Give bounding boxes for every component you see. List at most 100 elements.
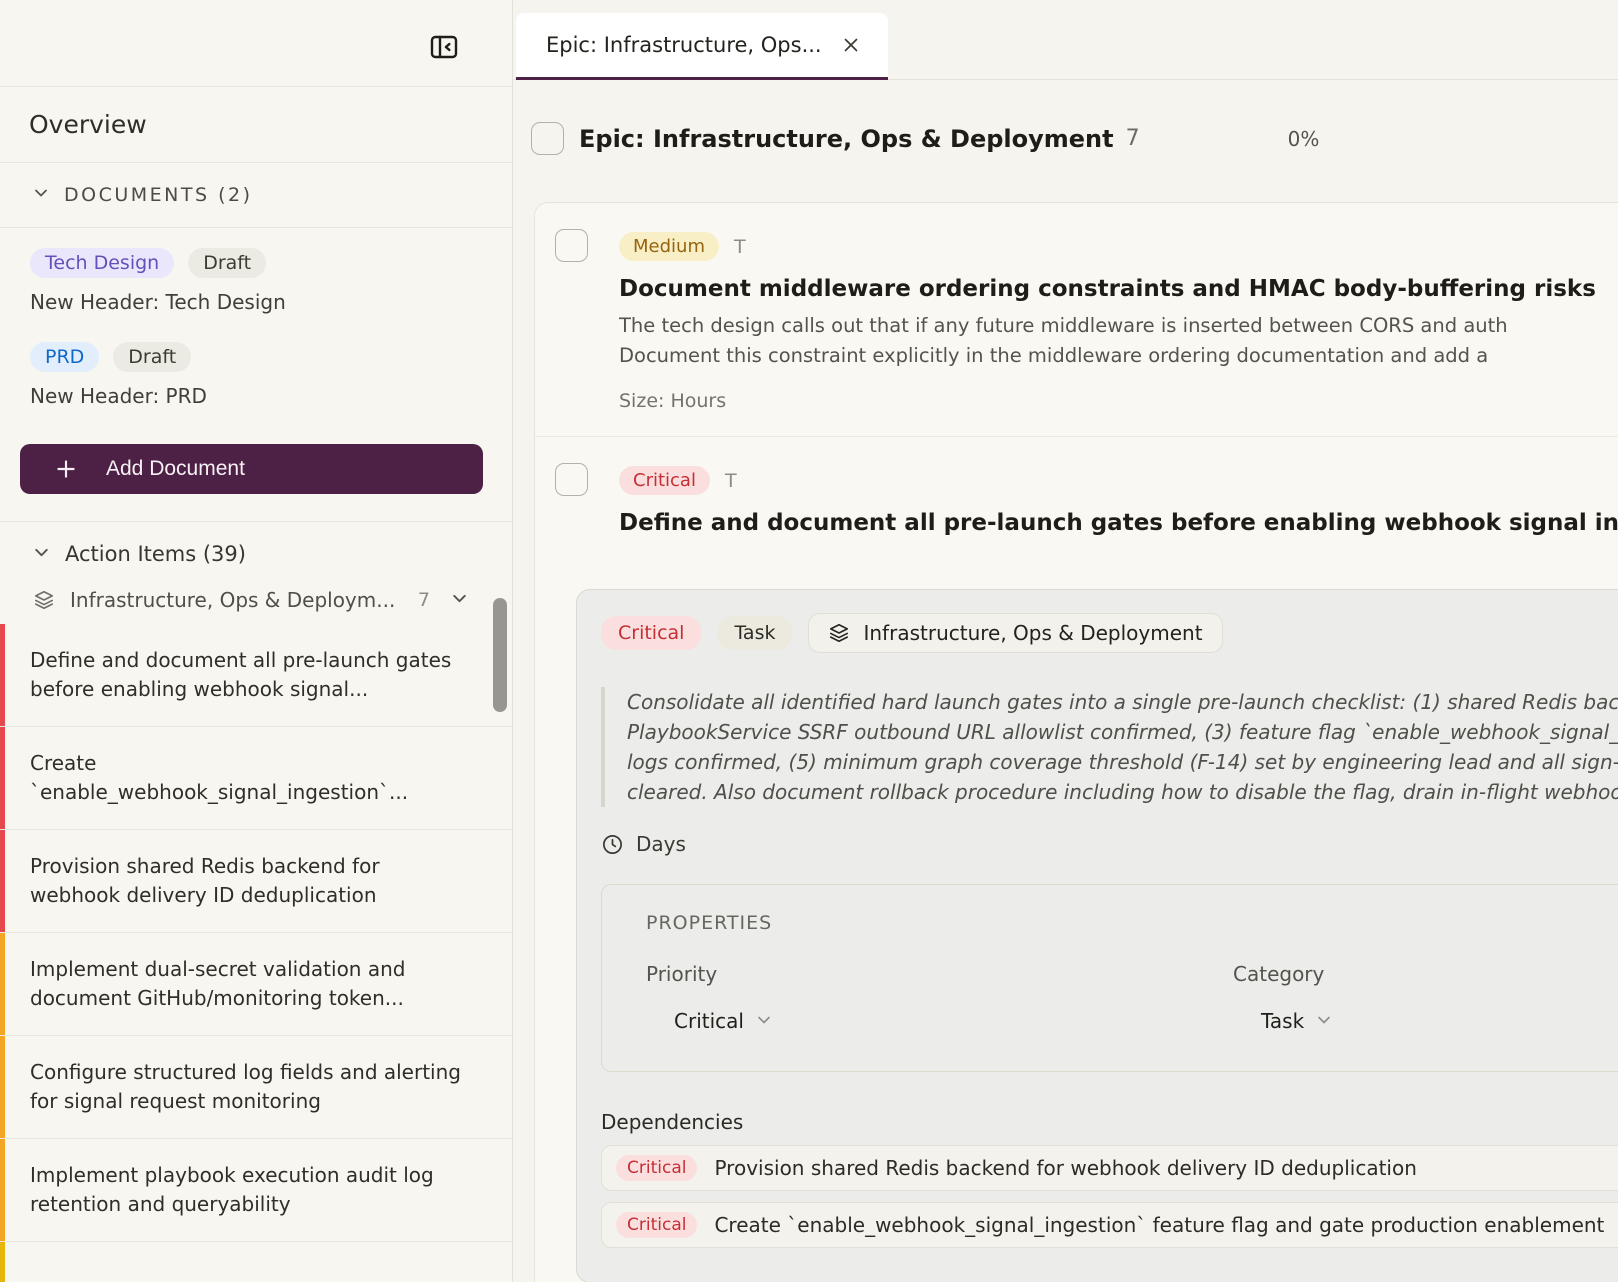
- chevron-down-icon: [1316, 1009, 1332, 1033]
- chevron-down-icon: [33, 544, 50, 565]
- task-row: Medium T Document middleware ordering co…: [535, 203, 1618, 436]
- task-size: Size: Hours: [619, 390, 1618, 412]
- documents-header-label: DOCUMENTS (2): [64, 184, 253, 206]
- action-items-section-header[interactable]: Action Items (39): [0, 522, 512, 580]
- document-title: New Header: Tech Design: [30, 290, 482, 314]
- sidebar-header: [0, 0, 512, 87]
- document-title: New Header: PRD: [30, 384, 482, 408]
- main-panel: Epic: Infrastructure, Ops... Epic: Infra…: [514, 0, 1618, 1282]
- chevron-down-icon[interactable]: [451, 590, 468, 611]
- chevron-down-icon: [33, 185, 49, 205]
- action-item[interactable]: [0, 1242, 512, 1282]
- effort-row: Days: [601, 832, 1618, 856]
- properties-box: PROPERTIES Priority Critical: [601, 884, 1618, 1072]
- epic-header: Epic: Infrastructure, Ops & Deployment 7…: [531, 122, 1618, 155]
- action-item-label: Create `enable_webhook_signal_ingestion`…: [30, 751, 408, 804]
- action-item-label: Implement dual-secret validation and doc…: [30, 957, 405, 1010]
- task-type-icon: T: [734, 236, 746, 258]
- action-items-header-label: Action Items (39): [65, 542, 246, 566]
- category-select[interactable]: Task: [1261, 1009, 1332, 1033]
- task-title[interactable]: Document middleware ordering constraints…: [619, 276, 1618, 302]
- action-item-label: Configure structured log fields and aler…: [30, 1060, 461, 1113]
- dependencies-header: Dependencies: [601, 1110, 1618, 1134]
- priority-bar: [0, 1036, 5, 1138]
- task-checkbox[interactable]: [555, 229, 588, 262]
- epic-group-row[interactable]: Infrastructure, Ops & Deploym... 7: [33, 588, 512, 612]
- add-document-label: Add Document: [106, 457, 245, 481]
- dependency-label: Create `enable_webhook_signal_ingestion`…: [714, 1213, 1604, 1237]
- priority-bar: [0, 727, 5, 829]
- priority-badge: Critical: [616, 1212, 697, 1238]
- task-detail-panel: Critical Task Infrastructure, Ops & Depl…: [576, 589, 1618, 1282]
- priority-badge: Critical: [601, 616, 701, 650]
- epic-badge-label: Infrastructure, Ops & Deployment: [863, 621, 1202, 645]
- task-row: Critical T Define and document all pre-l…: [535, 436, 1618, 1282]
- priority-bar: [0, 624, 5, 726]
- dependency-label: Provision shared Redis backend for webho…: [714, 1156, 1416, 1180]
- collapse-sidebar-button[interactable]: [427, 31, 461, 65]
- priority-select[interactable]: Critical: [674, 1009, 1233, 1033]
- collapse-sidebar-icon: [428, 31, 460, 66]
- task-checkbox[interactable]: [555, 463, 588, 496]
- chevron-down-icon: [756, 1009, 772, 1033]
- close-icon[interactable]: [840, 34, 862, 56]
- layers-icon: [33, 589, 55, 611]
- action-item[interactable]: Provision shared Redis backend for webho…: [0, 830, 512, 933]
- task-detail-description: Consolidate all identified hard launch g…: [601, 687, 1618, 807]
- priority-value: Critical: [674, 1009, 744, 1033]
- tab-strip: Epic: Infrastructure, Ops...: [514, 0, 1618, 80]
- category-value: Task: [1261, 1009, 1304, 1033]
- add-document-button[interactable]: Add Document: [20, 444, 483, 494]
- epic-group-count: 7: [418, 589, 430, 611]
- sidebar-scrollbar-thumb[interactable]: [493, 598, 507, 712]
- action-item[interactable]: Implement dual-secret validation and doc…: [0, 933, 512, 1036]
- documents-list: Tech Design Draft New Header: Tech Desig…: [0, 248, 512, 522]
- dependency-item[interactable]: Critical Provision shared Redis backend …: [601, 1145, 1618, 1191]
- properties-header: PROPERTIES: [646, 912, 1618, 934]
- epic-checkbox[interactable]: [531, 122, 564, 155]
- sidebar-section-overview[interactable]: Overview: [0, 87, 512, 163]
- category-badge: Task: [717, 616, 792, 650]
- task-description: The tech design calls out that if any fu…: [619, 311, 1618, 371]
- doc-type-badge: PRD: [30, 342, 99, 372]
- sidebar: Overview DOCUMENTS (2) Tech Design Draft…: [0, 0, 513, 1282]
- priority-bar: [0, 1242, 5, 1282]
- epic-group-label: Infrastructure, Ops & Deploym...: [70, 588, 403, 612]
- overview-label: Overview: [29, 110, 147, 139]
- priority-label: Priority: [646, 962, 1233, 986]
- priority-badge: Medium: [619, 232, 719, 261]
- action-item-label: Provision shared Redis backend for webho…: [30, 854, 380, 907]
- document-item[interactable]: Tech Design Draft New Header: Tech Desig…: [30, 248, 482, 314]
- dependency-item[interactable]: Critical Create `enable_webhook_signal_i…: [601, 1202, 1618, 1248]
- priority-badge: Critical: [616, 1155, 697, 1181]
- epic-progress: 0%: [1288, 127, 1320, 151]
- documents-section-header[interactable]: DOCUMENTS (2): [0, 163, 512, 228]
- effort-label: Days: [636, 832, 686, 856]
- action-item[interactable]: Define and document all pre-launch gates…: [0, 624, 512, 727]
- tab-label: Epic: Infrastructure, Ops...: [546, 33, 840, 57]
- priority-bar: [0, 933, 5, 1035]
- epic-title: Epic: Infrastructure, Ops & Deployment: [579, 125, 1114, 153]
- action-items-list: Define and document all pre-launch gates…: [0, 624, 512, 1282]
- layers-icon: [828, 622, 850, 644]
- tab-epic-infrastructure[interactable]: Epic: Infrastructure, Ops...: [516, 13, 888, 80]
- plus-icon: [53, 456, 79, 482]
- epic-badge[interactable]: Infrastructure, Ops & Deployment: [808, 613, 1222, 653]
- priority-badge: Critical: [619, 466, 710, 495]
- document-item[interactable]: PRD Draft New Header: PRD: [30, 342, 482, 408]
- epic-task-count: 7: [1126, 126, 1140, 151]
- task-list-card: Medium T Document middleware ordering co…: [534, 202, 1618, 1282]
- doc-type-badge: Tech Design: [30, 248, 174, 278]
- doc-status-badge: Draft: [113, 342, 191, 372]
- clock-icon: [601, 833, 624, 856]
- task-type-icon: T: [725, 470, 737, 492]
- action-item[interactable]: Implement playbook execution audit log r…: [0, 1139, 512, 1242]
- action-item[interactable]: Create `enable_webhook_signal_ingestion`…: [0, 727, 512, 830]
- task-title[interactable]: Define and document all pre-launch gates…: [619, 510, 1618, 536]
- doc-status-badge: Draft: [188, 248, 266, 278]
- priority-bar: [0, 830, 5, 932]
- category-label: Category: [1233, 962, 1332, 986]
- action-item-label: Define and document all pre-launch gates…: [30, 648, 451, 701]
- action-item[interactable]: Configure structured log fields and aler…: [0, 1036, 512, 1139]
- priority-bar: [0, 1139, 5, 1241]
